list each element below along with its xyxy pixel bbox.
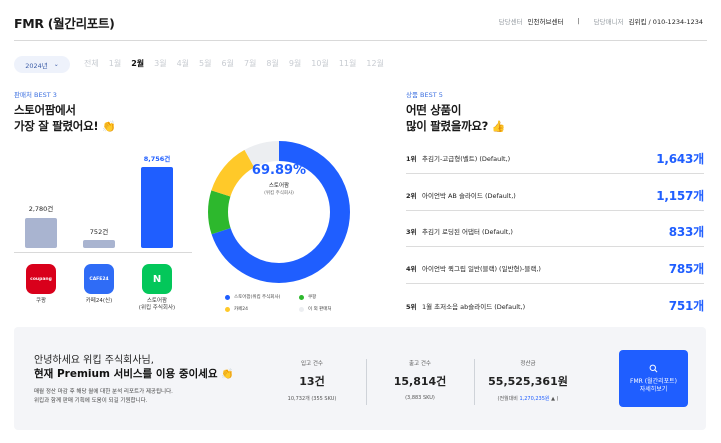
stat-inbound: 입고 건수 13건 10,732개 (355 SKU) — [287, 361, 337, 402]
settlement-change: (전월대비 1,270,235원 ▲ ) — [497, 396, 559, 402]
header-separator: | — [577, 17, 580, 25]
channels-title-line1: 스토어팜에서 — [14, 103, 76, 117]
year-select-value: 2024년 — [25, 61, 48, 70]
bar-value-storefarm: 8,756건 — [143, 155, 171, 163]
coupang-logo-icon: coupang — [26, 264, 56, 294]
share-donut-chart — [208, 141, 350, 283]
products-title-line1: 어떤 상품이 — [406, 103, 462, 117]
month-tabs: 전체 1월 2월 3월 4월 5월 6월 7월 8월 9월 10월 11월 12월 — [84, 58, 384, 69]
legend-coupang: 쿠팡 — [299, 294, 316, 300]
channels-kicker: 판매처 BEST 3 — [14, 91, 57, 99]
search-icon — [649, 364, 658, 372]
month-tab[interactable]: 10월 — [311, 58, 329, 69]
products-title-line2: 많이 팔렸을까요? 👍 — [406, 119, 506, 133]
month-tab[interactable]: 1월 — [109, 58, 121, 69]
month-tab[interactable]: 12월 — [366, 58, 384, 69]
bar-value-cafe24: 752건 — [89, 228, 109, 236]
month-tab[interactable]: 2월 — [131, 58, 144, 69]
manager-label: 담당매니저 — [593, 18, 624, 26]
legend-dot — [225, 294, 230, 300]
thumbs-up-icon: 👍 — [491, 120, 506, 133]
month-tab[interactable]: 9월 — [289, 58, 301, 69]
stat-divider — [474, 359, 475, 405]
page-title: FMR (월간리포트) — [14, 16, 115, 31]
month-tab[interactable]: 8월 — [266, 58, 278, 69]
stat-settlement: 정산금 55,525,361원 (전월대비 1,270,235원 ▲ ) — [478, 359, 578, 402]
donut-label: 스토어팜 — [268, 183, 290, 189]
legend-storefarm: 스토어팜(위킵 주식회사) — [225, 294, 280, 300]
legend-cafe24: 카페24 — [225, 306, 248, 312]
products-title: 어떤 상품이 많이 팔렸을까요? 👍 — [406, 102, 505, 135]
clap-icon: 👏 — [102, 120, 116, 133]
clap-icon: 👏 — [221, 369, 234, 380]
year-select[interactable]: 2024년 ⌄ — [14, 56, 70, 73]
fmr-detail-button[interactable]: FMR (월간리포트) 자세히보기 — [619, 350, 688, 407]
bar-baseline — [14, 252, 192, 253]
bar-cafe24 — [83, 240, 115, 248]
donut-percent: 69.89% — [251, 163, 307, 178]
month-tab[interactable]: 11월 — [339, 58, 357, 69]
bar-storefarm — [141, 167, 173, 248]
product-row[interactable]: 2위 아이언박 AB 슬라이드 (Default,) 1,157개 — [406, 180, 704, 211]
bar-coupang — [25, 218, 57, 248]
legend-dot — [299, 306, 304, 312]
bar-value-coupang: 2,780건 — [28, 205, 54, 213]
donut-center: 69.89% 스토어팜 (위킵 주식회사) — [204, 163, 354, 196]
store-name-cafe24: 카페24(신) — [85, 298, 113, 304]
month-tab[interactable]: 3월 — [154, 58, 166, 69]
product-row[interactable]: 4위 아이언박 퀵그립 일반(블랙) (일반형)-블랙,) 785개 — [406, 253, 704, 284]
month-tab[interactable]: 7월 — [244, 58, 256, 69]
store-name-coupang: 쿠팡 — [35, 298, 47, 304]
cafe24-logo-icon: CAFE24 — [84, 264, 114, 294]
chevron-down-icon: ⌄ — [53, 61, 59, 68]
product-row[interactable]: 5위 1월 초저소음 ab슬라이드 (Default,) 751개 — [406, 290, 704, 321]
month-tab[interactable]: 전체 — [84, 58, 99, 69]
product-row[interactable]: 1위 추김기-고급형(벨트) (Default,) 1,643개 — [406, 143, 704, 174]
legend-dot — [299, 294, 304, 300]
donut-sublabel: (위킵 주식회사) — [264, 191, 294, 196]
service-status: 현재 Premium 서비스를 이용 중이세요 👏 — [34, 368, 234, 380]
products-kicker: 상품 BEST 5 — [406, 91, 443, 99]
product-row[interactable]: 3위 추김기 로딩된 어댑터 (Default,) 833개 — [406, 216, 704, 247]
legend-dot — [225, 306, 230, 312]
store-name-storefarm: 스토어팜 (위킵 주식회사) — [138, 298, 176, 311]
channels-title: 스토어팜에서 가장 잘 팔렸어요! 👏 — [14, 102, 116, 135]
center-label: 담당센터 — [498, 18, 523, 26]
legend-others: 이 외 판매처 — [299, 306, 332, 312]
greeting: 안녕하세요 위킵 주식회사님, — [34, 355, 154, 366]
stat-divider — [366, 359, 367, 405]
summary-note: 매월 정산 마감 후 해당 월에 대한 분석 리포트가 제공됩니다. 위킵과 함… — [34, 389, 173, 404]
center-value: 인천허브센터 — [527, 18, 564, 26]
header-divider — [14, 40, 707, 41]
month-tab[interactable]: 6월 — [221, 58, 233, 69]
stat-outbound: 출고 건수 15,814건 (3,883 SKU) — [393, 361, 447, 401]
manager-value: 김위킵 / 010-1234-1234 — [628, 18, 703, 26]
storefarm-logo-icon: N — [142, 264, 172, 294]
channels-title-line2: 가장 잘 팔렸어요! 👏 — [14, 119, 116, 133]
month-tab[interactable]: 5월 — [199, 58, 211, 69]
month-tab[interactable]: 4월 — [177, 58, 189, 69]
header-contact: 담당센터 인천허브센터 | 담당매니저 김위킵 / 010-1234-1234 — [499, 16, 703, 26]
